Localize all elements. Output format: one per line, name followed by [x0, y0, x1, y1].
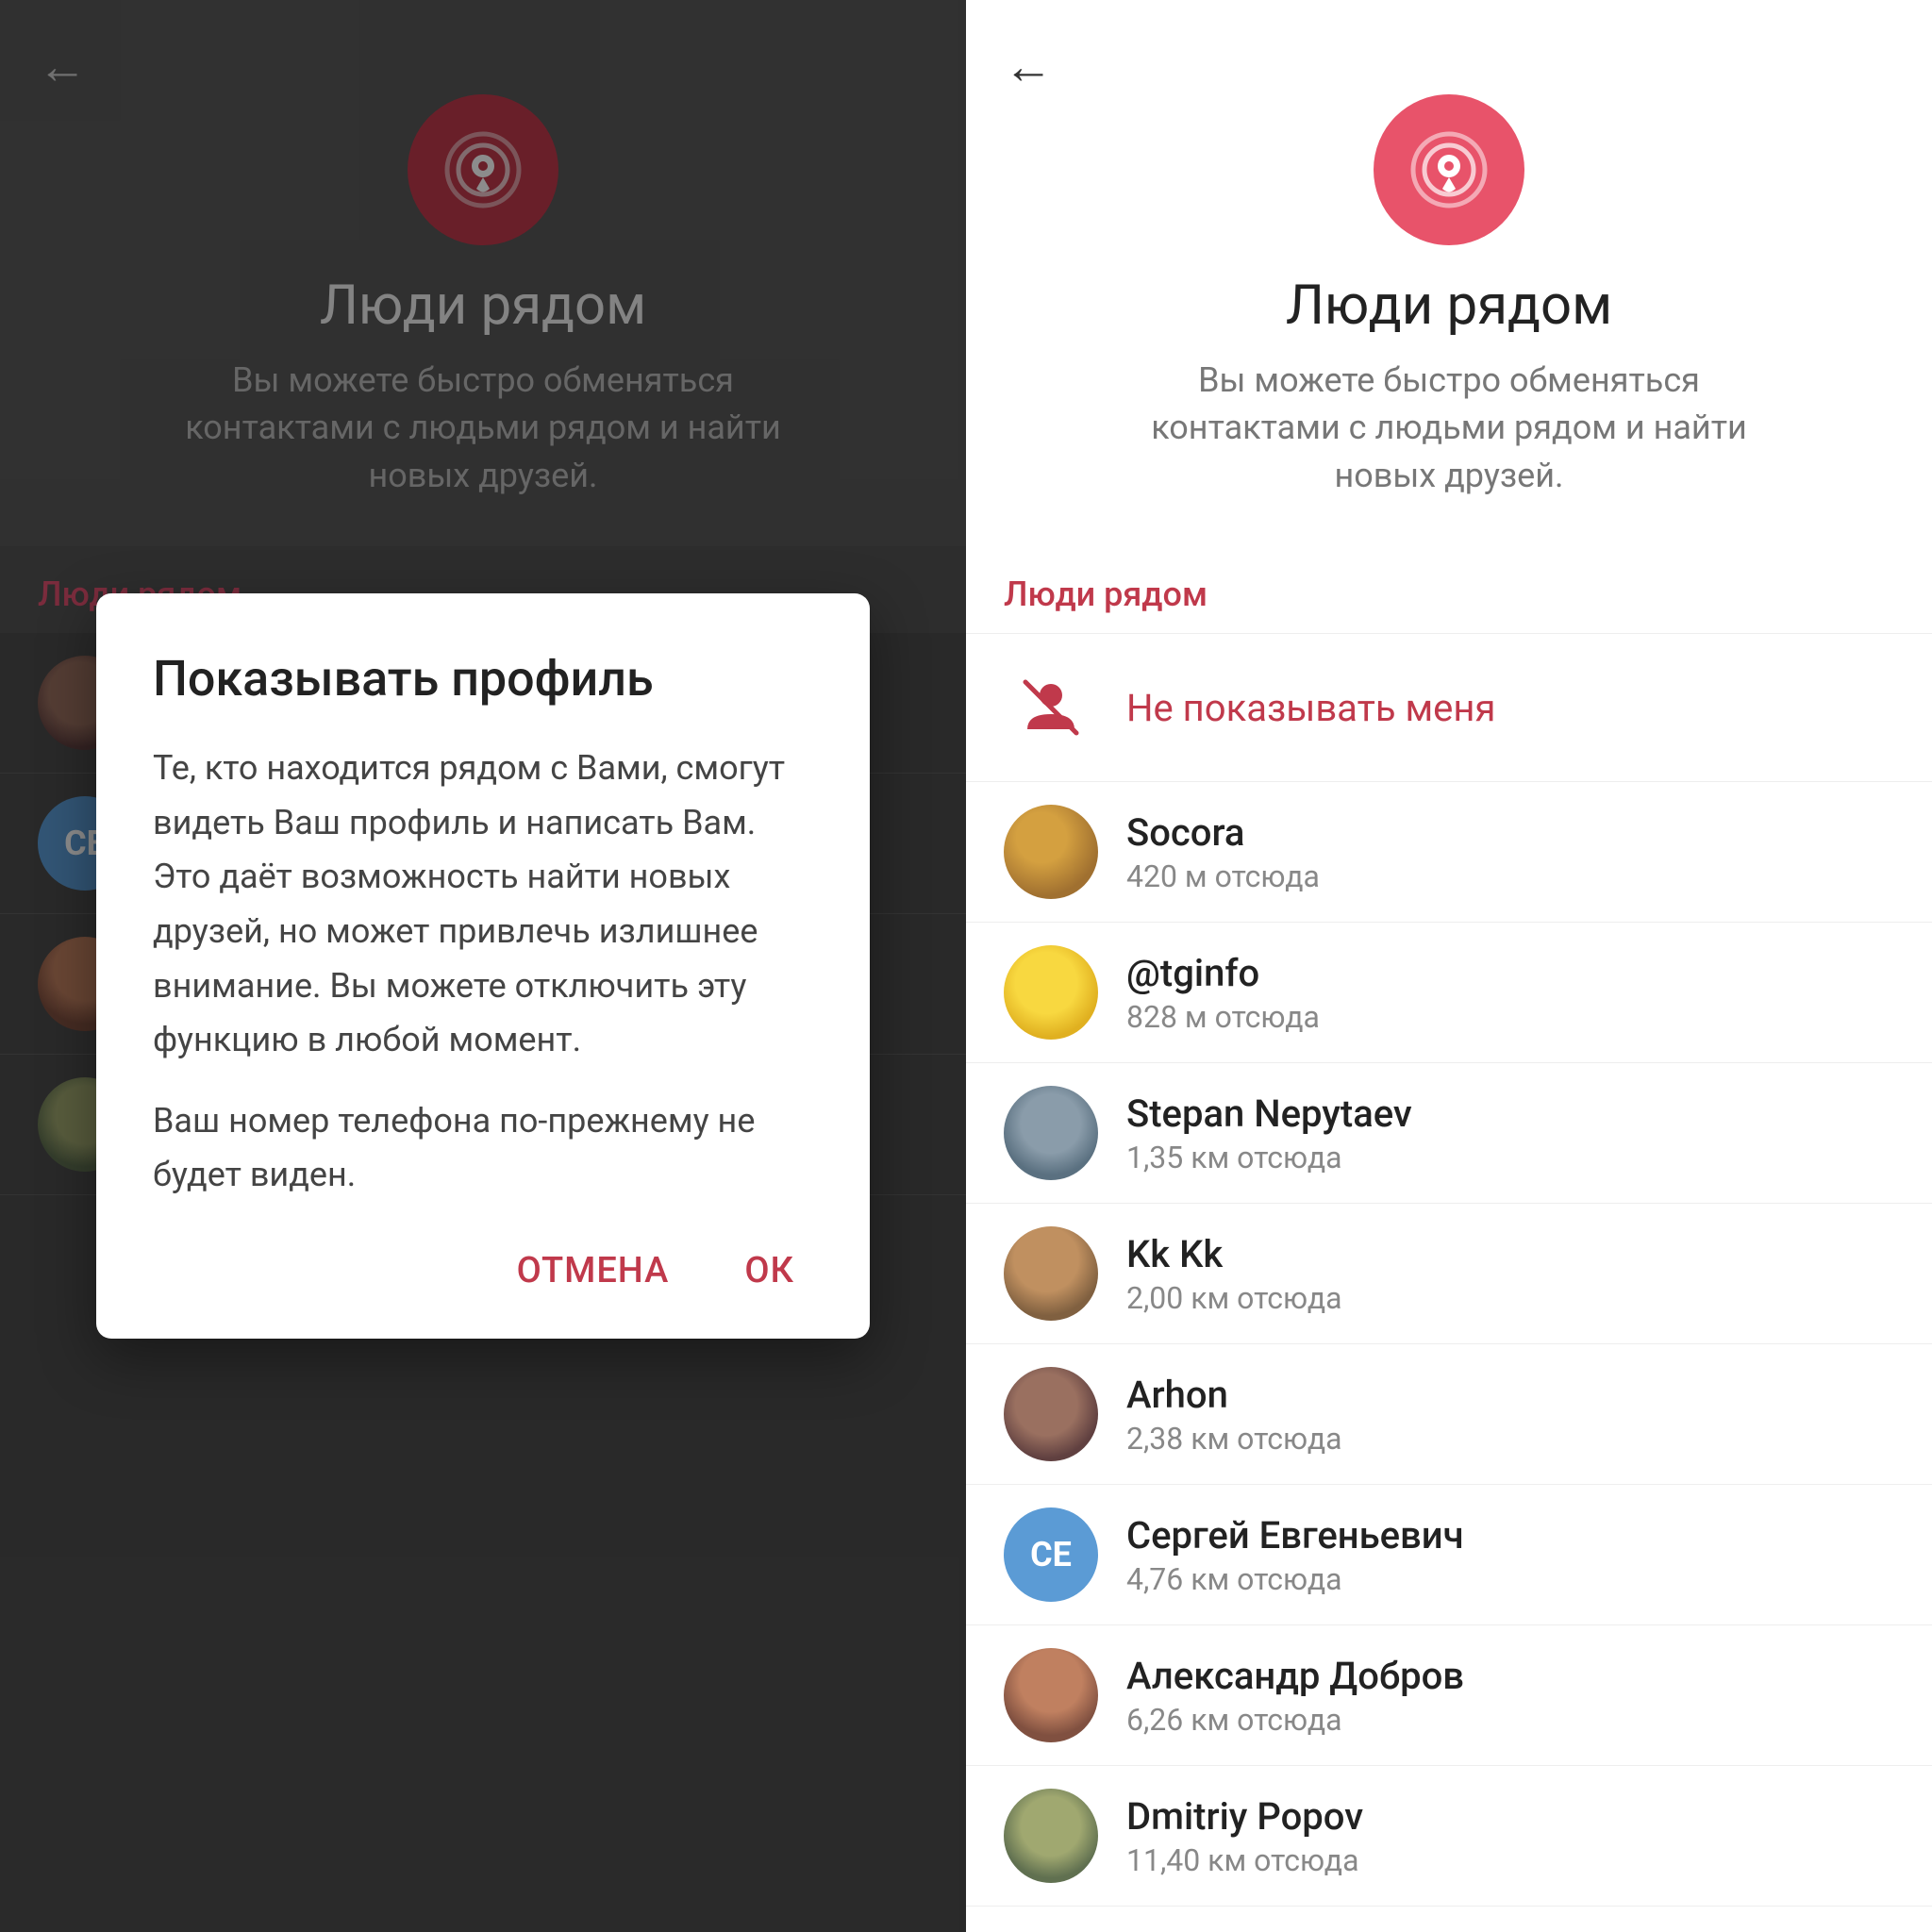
right-header: ← Люди рядом Вы можете быстро обменяться… [966, 0, 1932, 546]
right-location-icon [1374, 94, 1524, 245]
list-item-tginfo[interactable]: @tginfo 828 м отсюда [966, 923, 1932, 1063]
modal-actions: ОТМЕНА ОК [153, 1241, 813, 1301]
item-name: Сергей Евгеньевич [1126, 1513, 1464, 1557]
list-item-arhon[interactable]: Arhon 2,38 км отсюда [966, 1344, 1932, 1485]
modal-cancel-button[interactable]: ОТМЕНА [498, 1241, 689, 1301]
item-distance: 4,76 км отсюда [1126, 1561, 1464, 1597]
modal-title: Показывать профиль [153, 650, 813, 708]
list-item-kk[interactable]: Kk Kk 2,00 км отсюда [966, 1204, 1932, 1344]
item-name: Kk Kk [1126, 1232, 1342, 1276]
list-item-sergei[interactable]: CE Сергей Евгеньевич 4,76 км отсюда [966, 1485, 1932, 1625]
right-header-title: Люди рядом [1286, 274, 1612, 338]
list-item-stepan[interactable]: Stepan Nepytaev 1,35 км отсюда [966, 1063, 1932, 1204]
avatar-alex [1004, 1648, 1098, 1742]
not-show-icon [1004, 660, 1098, 755]
modal-body-p2: Ваш номер телефона по-прежнему не будет … [153, 1094, 813, 1203]
item-name: Arhon [1126, 1373, 1342, 1417]
right-people-list[interactable]: Не показывать меня Socora 420 м отсюда @… [966, 634, 1932, 1932]
avatar-arhon [1004, 1367, 1098, 1461]
modal-body: Те, кто находится рядом с Вами, смогут в… [153, 741, 813, 1203]
right-back-button[interactable]: ← [1004, 38, 1053, 95]
left-panel: ← Люди рядом Вы можете быстро обменяться… [0, 0, 966, 1932]
avatar-sergei: CE [1004, 1507, 1098, 1602]
modal-body-p1: Те, кто находится рядом с Вами, смогут в… [153, 741, 813, 1068]
right-panel: ← Люди рядом Вы можете быстро обменяться… [966, 0, 1932, 1932]
right-header-subtitle: Вы можете быстро обменяться контактами с… [1119, 357, 1779, 499]
item-name: Stepan Nepytaev [1126, 1091, 1412, 1136]
list-item-alex[interactable]: Александр Добров 6,26 км отсюда [966, 1625, 1932, 1766]
modal-overlay[interactable]: Показывать профиль Те, кто находится ряд… [0, 0, 966, 1932]
list-item-dmitriy[interactable]: Dmitriy Popov 11,40 км отсюда [966, 1766, 1932, 1907]
avatar-kk [1004, 1226, 1098, 1321]
right-section-label: Люди рядом [966, 546, 1932, 634]
item-distance: 828 м отсюда [1126, 999, 1320, 1035]
item-name: Александр Добров [1126, 1654, 1464, 1698]
list-item-socora[interactable]: Socora 420 м отсюда [966, 782, 1932, 923]
avatar-tginfo [1004, 945, 1098, 1040]
item-distance: 2,38 км отсюда [1126, 1421, 1342, 1457]
item-distance: 1,35 км отсюда [1126, 1140, 1412, 1175]
modal-ok-button[interactable]: ОК [725, 1241, 813, 1301]
modal-dialog: Показывать профиль Те, кто находится ряд… [96, 593, 870, 1339]
not-show-me-row[interactable]: Не показывать меня [966, 634, 1932, 782]
item-name: Socora [1126, 810, 1320, 855]
avatar-dmitriy [1004, 1789, 1098, 1883]
item-distance: 6,26 км отсюда [1126, 1702, 1464, 1738]
item-distance: 420 м отсюда [1126, 858, 1320, 894]
avatar-stepan [1004, 1086, 1098, 1180]
item-name: @tginfo [1126, 951, 1320, 995]
item-name: Dmitriy Popov [1126, 1794, 1363, 1839]
avatar-socora [1004, 805, 1098, 899]
item-distance: 11,40 км отсюда [1126, 1842, 1363, 1878]
item-distance: 2,00 км отсюда [1126, 1280, 1342, 1316]
not-show-label: Не показывать меня [1126, 686, 1495, 730]
